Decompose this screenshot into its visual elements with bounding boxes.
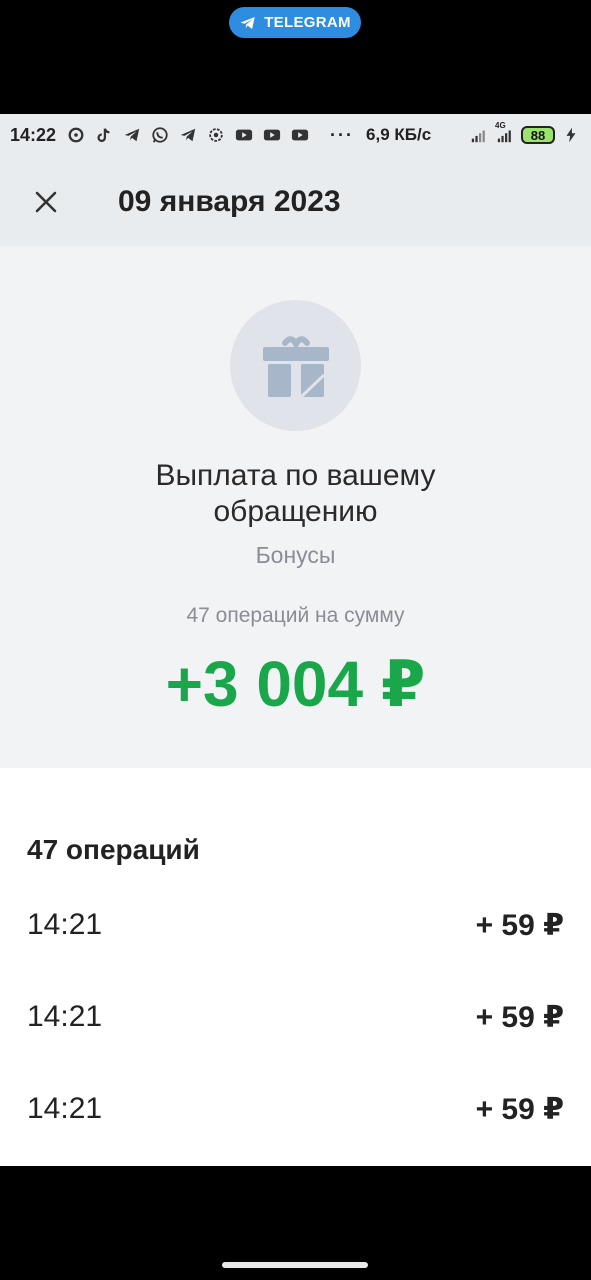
tiktok-icon	[94, 127, 114, 143]
system-nav-bar	[0, 1166, 591, 1280]
status-bar: 14:22 ··· 6,9 КБ/с 4G 88	[0, 114, 591, 156]
operation-time: 14:21	[27, 1092, 103, 1125]
signal-icon	[469, 127, 489, 143]
messenger-icon	[66, 127, 86, 143]
list-item[interactable]: 14:21 + 59 ₽	[0, 1080, 591, 1140]
whatsapp-icon	[150, 127, 170, 143]
operation-time: 14:21	[27, 1000, 103, 1033]
operation-amount: + 59 ₽	[475, 1001, 564, 1034]
telegram-badge[interactable]: TELEGRAM	[229, 7, 361, 38]
settings-icon	[206, 127, 226, 143]
operation-amount: + 59 ₽	[475, 1093, 564, 1126]
operation-time: 14:21	[27, 908, 103, 941]
payout-category: Бонусы	[255, 542, 336, 568]
operations-sum-label: 47 операций на сумму	[186, 604, 405, 627]
network-type: 4G	[495, 121, 506, 130]
telegram-icon	[178, 127, 198, 143]
payout-title-text: Выплата по вашему обращению	[155, 459, 436, 528]
gift-icon	[262, 335, 329, 398]
status-time: 14:22	[10, 124, 57, 145]
charging-icon	[561, 127, 581, 143]
telegram-label: TELEGRAM	[264, 14, 351, 31]
telegram-icon	[240, 16, 255, 29]
battery-indicator: 88	[521, 126, 555, 144]
more-notifications: ···	[330, 124, 355, 145]
youtube-icon	[262, 127, 282, 143]
youtube-icon	[290, 127, 310, 143]
phone-screen: 14:22 ··· 6,9 КБ/с 4G 88 09 января 2023 …	[0, 114, 591, 1166]
home-indicator[interactable]	[222, 1262, 368, 1268]
network-speed: 6,9 КБ/с	[366, 125, 432, 144]
signal-4g-icon: 4G	[495, 121, 515, 143]
app-frame: TELEGRAM 14:22 ··· 6,9 КБ/с 4G 88 09 янв…	[0, 0, 591, 1280]
gift-icon-badge	[230, 300, 361, 431]
notification-icons	[66, 127, 310, 143]
payout-summary: Выплата по вашему обращению Бонусы 47 оп…	[0, 246, 591, 768]
list-item[interactable]: 14:21 + 59 ₽	[0, 896, 591, 956]
payout-title: Выплата по вашему обращению	[0, 458, 591, 530]
top-bar: 09 января 2023	[0, 156, 591, 246]
list-item[interactable]: 14:21 + 59 ₽	[0, 988, 591, 1048]
page-title: 09 января 2023	[118, 185, 341, 218]
telegram-icon	[122, 127, 142, 143]
operations-heading: 47 операций	[27, 834, 200, 865]
operation-amount: + 59 ₽	[475, 909, 564, 942]
operations-list: 47 операций 14:21 + 59 ₽ 14:21 + 59 ₽ 14…	[0, 768, 591, 1166]
close-button[interactable]	[28, 184, 64, 220]
close-icon	[35, 191, 57, 213]
status-right: 4G 88	[469, 121, 581, 144]
youtube-icon	[234, 127, 254, 143]
total-amount: +3 004 ₽	[165, 648, 426, 720]
